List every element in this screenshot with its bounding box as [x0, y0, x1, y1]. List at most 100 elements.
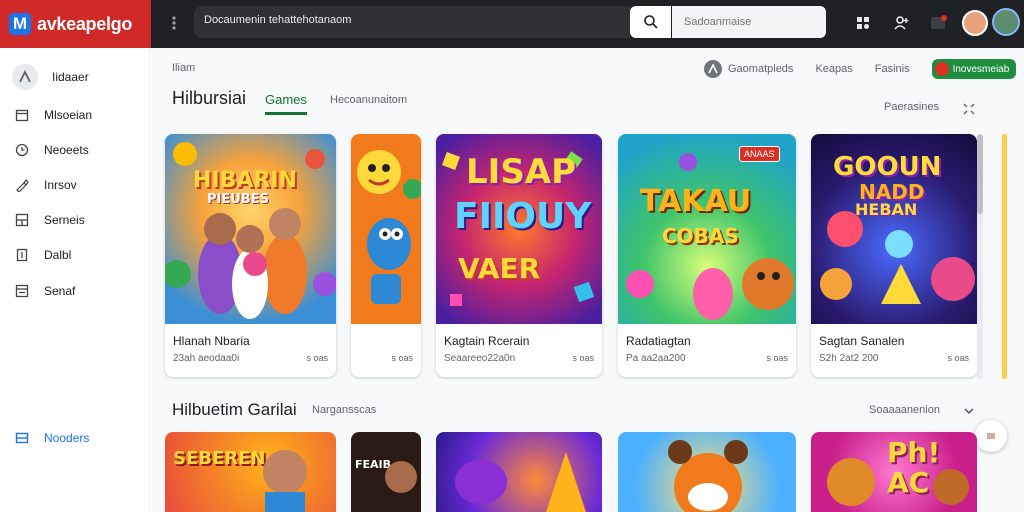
grid-icon	[14, 430, 30, 446]
game-art: HIBARIN PIEUBES	[165, 134, 336, 324]
art-title: Ph! AC	[887, 436, 941, 499]
sort-dropdown[interactable]: Soaaaanenion	[869, 404, 940, 416]
search-query-field[interactable]: Docaumenin tehattehotanaom	[194, 6, 630, 38]
tab-recommended[interactable]: Hecoanunaitom	[330, 94, 407, 106]
brand[interactable]: M avkeapelgo	[0, 0, 151, 48]
section-title: Hilbuetim Garilai	[172, 400, 297, 419]
app-name: avkeapelgo	[37, 13, 133, 34]
avatar[interactable]	[962, 10, 988, 36]
card-meta: 23ah aeodaa0i	[173, 353, 240, 364]
sidebar-item-label: Nooders	[44, 431, 90, 445]
sidebar-item-label: Senaf	[44, 284, 76, 298]
breadcrumb[interactable]: Iliam	[172, 62, 195, 74]
user-icon	[12, 64, 38, 90]
calendar-icon	[14, 107, 30, 123]
game-art	[351, 134, 421, 324]
card-title: Hlanah Nbaria	[173, 334, 250, 348]
art-subtitle: FIIOUY	[454, 196, 592, 237]
sidebar-item-label: Mlsoeian	[44, 108, 93, 122]
game-art: GOOUN NADD HEBAN	[811, 134, 977, 324]
art-badge: ANAAS	[739, 146, 780, 162]
card-count: s oas	[947, 353, 969, 363]
art-title: GOOUN	[833, 152, 942, 182]
status-pill-label: Inovesmeiab	[952, 63, 1010, 75]
status-dot-icon	[934, 62, 949, 76]
sidebar-item-label: Dalbl	[44, 248, 72, 262]
status-pill[interactable]: Inovesmeiab	[931, 59, 1017, 79]
grid-icon	[14, 212, 30, 228]
art-subtitle: COBAS	[662, 224, 739, 248]
art-title: HIBARIN	[193, 168, 297, 193]
game-card-preview[interactable]: Ph! AC	[811, 432, 977, 512]
top-link-label: Gaomatpleds	[728, 63, 794, 75]
card-title: Sagtan Sanalen	[819, 334, 905, 348]
top-link-3[interactable]: Fasinis	[875, 63, 910, 75]
search-button[interactable]	[630, 6, 671, 38]
game-card[interactable]: HIBARIN PIEUBES Hlanah Nbaria 23ah aeoda…	[165, 134, 336, 377]
carousel-next-button[interactable]	[975, 420, 1007, 452]
sidebar: Iidaaer Mlsoeian Neoeets Inrsov Serneis …	[0, 48, 150, 512]
sidebar-item-5[interactable]: Dalbl	[14, 243, 71, 267]
tab-games[interactable]: Games	[265, 92, 307, 115]
art-subtitle: PIEUBES	[207, 192, 269, 207]
notifications-icon[interactable]	[928, 12, 950, 34]
person-icon	[704, 60, 722, 78]
sidebar-item-4[interactable]: Serneis	[14, 208, 85, 232]
app-logo-icon: M	[9, 13, 31, 35]
main-content: Iliam Gaomatpleds Keapas Fasinis Inovesm…	[151, 48, 1024, 512]
sidebar-item-6[interactable]: Senaf	[14, 279, 75, 303]
top-bar: M avkeapelgo Docaumenin tehattehotanaom	[0, 0, 1024, 48]
puzzle-icon[interactable]	[852, 12, 874, 34]
art-tagline: VAER	[458, 252, 541, 285]
sidebar-item-label: Neoeets	[44, 143, 89, 157]
card-count: s oas	[391, 353, 413, 363]
top-link-2[interactable]: Keapas	[815, 63, 852, 75]
section-subtitle: Nargansscas	[312, 404, 377, 416]
art-tagline: HEBAN	[855, 200, 918, 219]
game-art: LISAP FIIOUY VAER	[436, 134, 602, 324]
game-card[interactable]: ANAAS TAKAU COBAS Radatiagtan Pa aa2aa20…	[618, 134, 796, 377]
add-user-icon[interactable]	[890, 12, 912, 34]
game-card[interactable]: s oas	[351, 134, 421, 377]
card-meta: S2h 2at2 200	[819, 353, 879, 364]
see-all-link[interactable]: Paerasines	[884, 101, 939, 113]
card-title: Radatiagtan	[626, 334, 691, 348]
menu-icon[interactable]	[169, 14, 179, 32]
card-count: s oas	[306, 353, 328, 363]
expand-icon[interactable]	[963, 102, 975, 120]
clock-icon	[14, 142, 30, 158]
search-input[interactable]	[672, 6, 826, 38]
profile-avatar[interactable]	[992, 8, 1020, 36]
game-card-preview[interactable]: FEAIB	[351, 432, 421, 512]
search-icon	[643, 15, 658, 29]
sidebar-item-bottom[interactable]: Nooders	[14, 426, 89, 450]
sidebar-item-3[interactable]: Inrsov	[14, 173, 77, 197]
game-card-preview[interactable]	[436, 432, 602, 512]
art-title: TAKAU	[640, 184, 752, 219]
sidebar-item-label: Inrsov	[44, 178, 77, 192]
brush-icon	[14, 177, 30, 193]
game-card-preview[interactable]	[618, 432, 796, 512]
sidebar-item-0[interactable]: Iidaaer	[12, 64, 89, 90]
document-icon	[14, 247, 30, 263]
top-link-1[interactable]: Gaomatpleds	[704, 60, 793, 78]
sidebar-item-1[interactable]: Mlsoeian	[14, 103, 92, 127]
storage-icon	[14, 283, 30, 299]
card-meta: Seaareeo22a0n	[444, 353, 516, 364]
card-title: Kagtain Rcerain	[444, 334, 530, 348]
game-card[interactable]: LISAP FIIOUY VAER Kagtain Rcerain Seaare…	[436, 134, 602, 377]
game-card-preview[interactable]: SEBEREN	[165, 432, 336, 512]
sidebar-item-2[interactable]: Neoeets	[14, 138, 89, 162]
game-card[interactable]: GOOUN NADD HEBAN Sagtan Sanalen S2h 2at2…	[811, 134, 977, 377]
sidebar-item-label: Iidaaer	[52, 70, 89, 84]
card-count: s oas	[572, 353, 594, 363]
card-count: s oas	[766, 353, 788, 363]
sidebar-item-label: Serneis	[44, 213, 85, 227]
next-card-peek	[1002, 134, 1007, 379]
card-meta: Pa aa2aa200	[626, 353, 686, 364]
top-links: Gaomatpleds Keapas Fasinis Inovesmeiab	[704, 59, 1017, 79]
game-art: ANAAS TAKAU COBAS	[618, 134, 796, 324]
chevron-down-icon[interactable]	[963, 404, 975, 422]
section-title: Hilbursiai	[172, 88, 247, 108]
carousel-scrollbar-thumb[interactable]	[977, 134, 983, 214]
